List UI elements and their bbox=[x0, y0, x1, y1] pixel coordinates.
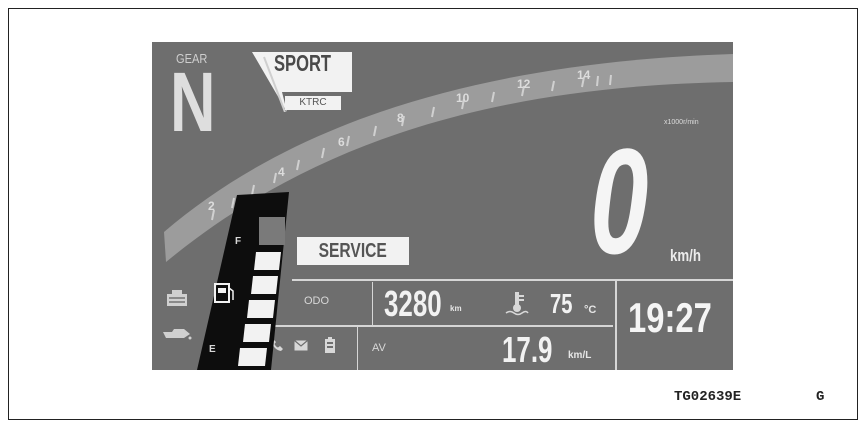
clock-time: 19:27 bbox=[628, 294, 712, 341]
fuel-segment bbox=[238, 348, 267, 366]
divider-clock bbox=[615, 279, 617, 370]
tach-label-6: 6 bbox=[338, 135, 345, 149]
fuel-economy-label: AV bbox=[372, 342, 386, 354]
speed-unit: km/h bbox=[670, 246, 701, 265]
fuel-full-label: F bbox=[235, 236, 241, 247]
figure-code: TG02639E bbox=[674, 389, 742, 405]
fuel-gauge: F E bbox=[197, 192, 289, 370]
gear-indicator: N bbox=[170, 55, 216, 149]
traction-control-label: KTRC bbox=[285, 96, 341, 110]
odometer-unit: km bbox=[450, 304, 462, 313]
fuel-segment bbox=[243, 324, 271, 342]
oil-icon bbox=[163, 329, 192, 340]
coolant-value: 75 bbox=[550, 288, 573, 319]
fuel-segment bbox=[247, 300, 275, 318]
thermometer-icon bbox=[505, 292, 529, 316]
fuel-economy-unit: km/L bbox=[568, 350, 592, 361]
tach-label-10: 10 bbox=[456, 91, 470, 105]
fuel-segment-empty bbox=[259, 217, 285, 245]
service-indicator: SERVICE bbox=[297, 237, 409, 265]
fuel-economy-value: 17.9 bbox=[502, 329, 553, 370]
tach-label-4: 4 bbox=[278, 165, 285, 179]
service-text: SERVICE bbox=[318, 240, 388, 262]
divider-mid bbox=[248, 325, 613, 327]
fuel-empty-label: E bbox=[209, 344, 216, 355]
fuel-segment bbox=[254, 252, 281, 270]
figure-code-suffix: G bbox=[816, 389, 825, 405]
divider-top bbox=[292, 279, 733, 281]
divider-av bbox=[357, 327, 358, 370]
riding-mode-name: SPORT bbox=[274, 50, 332, 76]
odometer-label: ODO bbox=[304, 295, 330, 307]
battery-icon bbox=[325, 337, 335, 353]
divider-odo bbox=[372, 282, 373, 325]
tach-label-12: 12 bbox=[517, 77, 531, 91]
speed-value: 0 bbox=[590, 117, 649, 285]
fuel-segment bbox=[251, 276, 278, 294]
coolant-unit: °C bbox=[584, 304, 597, 316]
odometer-value: 3280 bbox=[384, 283, 442, 324]
tach-label-8: 8 bbox=[397, 111, 404, 125]
engine-warning-icon bbox=[167, 290, 187, 306]
mail-icon bbox=[294, 340, 308, 351]
instrument-screen: 2 4 6 8 10 12 14 x1000r/min GEAR N SPORT… bbox=[152, 42, 733, 370]
tachometer-unit: x1000r/min bbox=[664, 119, 699, 126]
tach-label-14: 14 bbox=[577, 68, 591, 82]
